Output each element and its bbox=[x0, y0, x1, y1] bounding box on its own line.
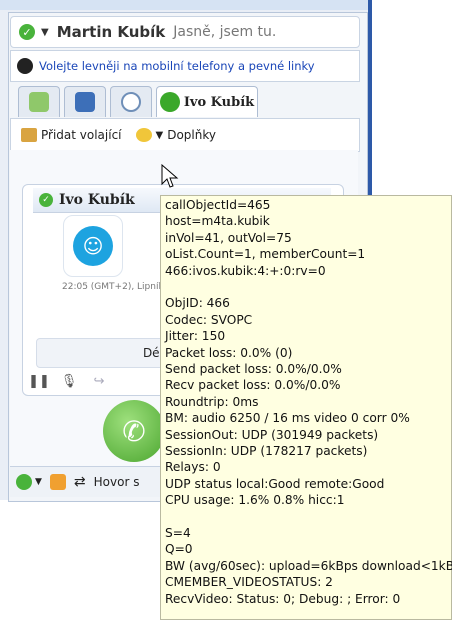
status-chevron-icon[interactable]: ▼ bbox=[35, 477, 42, 487]
hold-icon[interactable]: ❚❚ bbox=[28, 371, 50, 391]
tooltip-line: BM: audio 6250 / 16 ms video 0 corr 0% bbox=[165, 411, 410, 426]
tooltip-line: S=4 bbox=[165, 526, 191, 540]
dialpad-icon bbox=[75, 92, 95, 112]
window-top-strip bbox=[0, 0, 372, 10]
tooltip-line: Packet loss: 0.0% (0) bbox=[165, 345, 293, 360]
tooltip-line: Codec: SVOPC bbox=[165, 312, 253, 327]
tooltip-line: inVol=41, outVol=75 bbox=[165, 230, 292, 245]
tooltip-line: Q=0 bbox=[165, 542, 193, 557]
avatar: ☺ bbox=[63, 215, 123, 277]
mute-mic-icon[interactable]: 🎙 bbox=[58, 371, 80, 391]
tooltip-line: SessionOut: UDP (301949 packets) bbox=[165, 427, 379, 442]
status-dropdown-chevron-icon[interactable]: ▼ bbox=[41, 27, 49, 38]
switch-icon[interactable]: ⇄ bbox=[74, 474, 86, 490]
contacts-icon bbox=[29, 92, 49, 112]
user-name: Martin Kubík bbox=[56, 23, 166, 41]
add-callers-button[interactable]: Přidat volající bbox=[21, 128, 122, 142]
tooltip-line: Relays: 0 bbox=[165, 460, 221, 475]
tooltip-line: CMEMBER_VIDEOSTATUS: 2 bbox=[165, 575, 333, 590]
promo-link-bar[interactable]: Volejte levněji na mobilní telefony a pe… bbox=[10, 50, 360, 82]
call-icon bbox=[159, 92, 180, 112]
addons-label: Doplňky bbox=[167, 128, 216, 142]
promo-link[interactable]: Volejte levněji na mobilní telefony a pe… bbox=[39, 59, 315, 73]
tab-bar: Ivo Kubík bbox=[10, 86, 358, 118]
mood-message[interactable]: Jasně, jsem tu. bbox=[173, 24, 276, 40]
tooltip-line: BW (avg/60sec): upload=6kBps download<1k… bbox=[165, 558, 452, 573]
tooltip-line: Roundtrip: 0ms bbox=[165, 394, 259, 409]
tab-dialpad[interactable] bbox=[64, 86, 106, 117]
call-toolbar: Přidat volající ▼ Doplňky bbox=[10, 118, 360, 152]
phone-icon: ✆ bbox=[122, 414, 146, 448]
addons-chevron-icon: ▼ bbox=[155, 129, 164, 141]
tooltip-line: CPU usage: 1.6% 0.8% hicc:1 bbox=[165, 493, 345, 508]
tooltip-line: oList.Count=1, memberCount=1 bbox=[165, 247, 366, 262]
tooltip-line: Recv packet loss: 0.0%/0.0% bbox=[165, 378, 341, 393]
tab-call-ivo[interactable]: Ivo Kubík bbox=[156, 86, 258, 117]
tooltip-line: host=m4ta.kubik bbox=[165, 214, 270, 229]
call-with-label: Hovor s bbox=[93, 475, 140, 489]
online-status-bar[interactable]: ✓ ▼ Martin Kubík Jasně, jsem tu. bbox=[10, 16, 360, 48]
tooltip-line: RecvVideo: Status: 0; Debug: ; Error: 0 bbox=[165, 591, 401, 606]
participant-status-icon: ✓ bbox=[39, 193, 53, 207]
tab-contacts[interactable] bbox=[18, 86, 60, 117]
transfer-call-icon[interactable]: ↪ bbox=[88, 371, 110, 391]
call-timestamp: 22:05 (GMT+2), Lipníl bbox=[62, 282, 161, 292]
mouse-cursor-icon bbox=[161, 164, 179, 188]
add-people-icon bbox=[21, 128, 37, 142]
add-callers-label: Přidat volající bbox=[41, 128, 122, 142]
call-forward-icon[interactable] bbox=[49, 474, 66, 490]
skype-avatar-icon: ☺ bbox=[73, 226, 113, 266]
call-button[interactable]: ✆ bbox=[103, 400, 165, 462]
tooltip-line: 466:ivos.kubik:4:+:0:rv=0 bbox=[165, 263, 326, 278]
tab-call-label: Ivo Kubík bbox=[183, 94, 255, 110]
addons-button[interactable]: ▼ Doplňky bbox=[135, 128, 216, 142]
online-status-icon[interactable]: ✓ bbox=[19, 24, 35, 40]
participant-name: Ivo Kubík bbox=[59, 192, 135, 208]
history-icon bbox=[121, 92, 141, 112]
tooltip-line: ObjID: 466 bbox=[165, 296, 230, 311]
tab-history[interactable] bbox=[110, 86, 152, 117]
tooltip-line: UDP status local:Good remote:Good bbox=[165, 476, 385, 491]
addons-icon bbox=[135, 128, 152, 142]
tooltip-line: callObjectId=465 bbox=[165, 198, 271, 212]
call-controls: ❚❚ 🎙 ↪ bbox=[28, 368, 168, 394]
skypeout-icon bbox=[17, 58, 33, 74]
tooltip-line: SessionIn: UDP (178217 packets) bbox=[165, 444, 368, 458]
tooltip-line: Jitter: 150 bbox=[165, 329, 226, 344]
tooltip-line: Send packet loss: 0.0%/0.0% bbox=[165, 362, 342, 376]
status-icon[interactable] bbox=[16, 474, 32, 490]
